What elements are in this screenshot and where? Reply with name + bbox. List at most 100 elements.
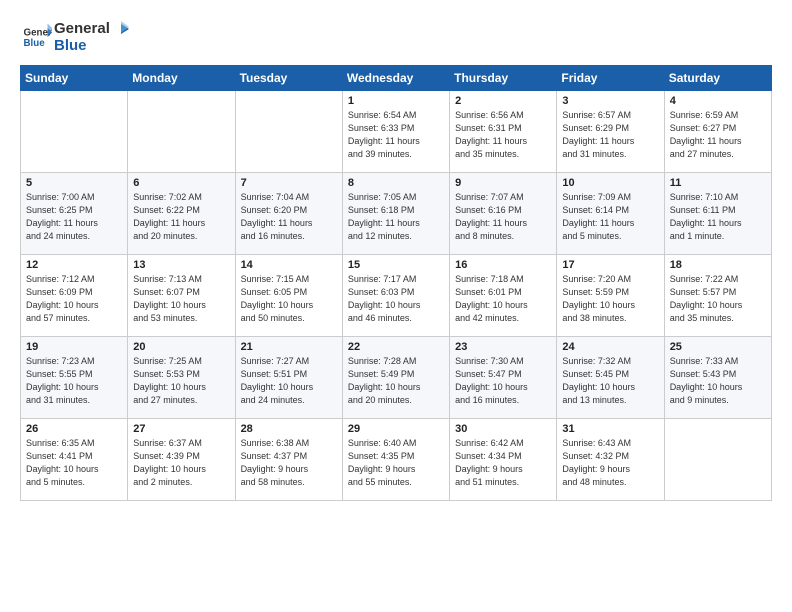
day-info: Sunrise: 7:12 AM Sunset: 6:09 PM Dayligh…: [26, 273, 122, 325]
calendar-cell: 9 Sunrise: 7:07 AM Sunset: 6:16 PM Daylig…: [450, 172, 557, 254]
calendar-cell: [128, 90, 235, 172]
calendar-week-row: 5 Sunrise: 7:00 AM Sunset: 6:25 PM Daylig…: [21, 172, 772, 254]
day-number: 12: [26, 259, 122, 271]
calendar-dow-sunday: Sunday: [21, 65, 128, 90]
calendar-week-row: 19 Sunrise: 7:23 AM Sunset: 5:55 PM Dayli…: [21, 336, 772, 418]
day-number: 1: [348, 95, 444, 107]
day-number: 3: [562, 95, 658, 107]
calendar-dow-tuesday: Tuesday: [235, 65, 342, 90]
calendar-cell: 21 Sunrise: 7:27 AM Sunset: 5:51 PM Dayli…: [235, 336, 342, 418]
page: General Blue General Blue SundayMondayTu…: [0, 0, 792, 511]
calendar-cell: 13 Sunrise: 7:13 AM Sunset: 6:07 PM Dayli…: [128, 254, 235, 336]
day-number: 5: [26, 177, 122, 189]
day-number: 9: [455, 177, 551, 189]
logo-blue-text: Blue: [54, 37, 87, 54]
day-number: 8: [348, 177, 444, 189]
day-info: Sunrise: 6:57 AM Sunset: 6:29 PM Dayligh…: [562, 109, 658, 161]
day-info: Sunrise: 7:10 AM Sunset: 6:11 PM Dayligh…: [670, 191, 766, 243]
day-info: Sunrise: 7:00 AM Sunset: 6:25 PM Dayligh…: [26, 191, 122, 243]
day-info: Sunrise: 7:02 AM Sunset: 6:22 PM Dayligh…: [133, 191, 229, 243]
day-number: 17: [562, 259, 658, 271]
day-number: 26: [26, 423, 122, 435]
calendar-cell: [21, 90, 128, 172]
day-info: Sunrise: 7:27 AM Sunset: 5:51 PM Dayligh…: [241, 355, 337, 407]
day-number: 24: [562, 341, 658, 353]
calendar-cell: 8 Sunrise: 7:05 AM Sunset: 6:18 PM Daylig…: [342, 172, 449, 254]
day-number: 14: [241, 259, 337, 271]
calendar-cell: [664, 418, 771, 500]
calendar-cell: 12 Sunrise: 7:12 AM Sunset: 6:09 PM Dayli…: [21, 254, 128, 336]
day-info: Sunrise: 7:05 AM Sunset: 6:18 PM Dayligh…: [348, 191, 444, 243]
day-number: 6: [133, 177, 229, 189]
calendar-cell: 11Sunrise: 7:10 AM Sunset: 6:11 PM Dayli…: [664, 172, 771, 254]
day-info: Sunrise: 7:13 AM Sunset: 6:07 PM Dayligh…: [133, 273, 229, 325]
day-number: 25: [670, 341, 766, 353]
day-info: Sunrise: 6:37 AM Sunset: 4:39 PM Dayligh…: [133, 437, 229, 489]
calendar-dow-friday: Friday: [557, 65, 664, 90]
calendar-cell: 27 Sunrise: 6:37 AM Sunset: 4:39 PM Dayli…: [128, 418, 235, 500]
day-number: 27: [133, 423, 229, 435]
logo-bird-icon: [111, 20, 129, 38]
day-info: Sunrise: 6:42 AM Sunset: 4:34 PM Dayligh…: [455, 437, 551, 489]
logo-icon: General Blue: [22, 22, 52, 52]
day-info: Sunrise: 7:09 AM Sunset: 6:14 PM Dayligh…: [562, 191, 658, 243]
calendar-cell: 28 Sunrise: 6:38 AM Sunset: 4:37 PM Dayli…: [235, 418, 342, 500]
day-info: Sunrise: 7:33 AM Sunset: 5:43 PM Dayligh…: [670, 355, 766, 407]
day-info: Sunrise: 7:22 AM Sunset: 5:57 PM Dayligh…: [670, 273, 766, 325]
calendar-cell: 7Sunrise: 7:04 AM Sunset: 6:20 PM Daylig…: [235, 172, 342, 254]
day-info: Sunrise: 6:38 AM Sunset: 4:37 PM Dayligh…: [241, 437, 337, 489]
calendar-cell: 4Sunrise: 6:59 AM Sunset: 6:27 PM Daylig…: [664, 90, 771, 172]
day-number: 16: [455, 259, 551, 271]
day-number: 15: [348, 259, 444, 271]
logo: General Blue General Blue: [20, 20, 130, 55]
day-info: Sunrise: 7:20 AM Sunset: 5:59 PM Dayligh…: [562, 273, 658, 325]
calendar-cell: 29 Sunrise: 6:40 AM Sunset: 4:35 PM Dayli…: [342, 418, 449, 500]
calendar-cell: 24Sunrise: 7:32 AM Sunset: 5:45 PM Dayli…: [557, 336, 664, 418]
day-number: 28: [241, 423, 337, 435]
calendar-cell: 5 Sunrise: 7:00 AM Sunset: 6:25 PM Daylig…: [21, 172, 128, 254]
calendar-cell: 1 Sunrise: 6:54 AM Sunset: 6:33 PM Daylig…: [342, 90, 449, 172]
day-number: 22: [348, 341, 444, 353]
day-info: Sunrise: 7:23 AM Sunset: 5:55 PM Dayligh…: [26, 355, 122, 407]
calendar-cell: 19 Sunrise: 7:23 AM Sunset: 5:55 PM Dayli…: [21, 336, 128, 418]
day-number: 7: [241, 177, 337, 189]
day-info: Sunrise: 6:56 AM Sunset: 6:31 PM Dayligh…: [455, 109, 551, 161]
day-number: 18: [670, 259, 766, 271]
day-number: 31: [562, 423, 658, 435]
day-number: 21: [241, 341, 337, 353]
calendar-header-row: SundayMondayTuesdayWednesdayThursdayFrid…: [21, 65, 772, 90]
day-number: 19: [26, 341, 122, 353]
day-number: 13: [133, 259, 229, 271]
day-info: Sunrise: 7:17 AM Sunset: 6:03 PM Dayligh…: [348, 273, 444, 325]
calendar-dow-monday: Monday: [128, 65, 235, 90]
calendar-cell: 15 Sunrise: 7:17 AM Sunset: 6:03 PM Dayli…: [342, 254, 449, 336]
calendar-cell: 31 Sunrise: 6:43 AM Sunset: 4:32 PM Dayli…: [557, 418, 664, 500]
calendar-cell: 14Sunrise: 7:15 AM Sunset: 6:05 PM Dayli…: [235, 254, 342, 336]
day-info: Sunrise: 7:25 AM Sunset: 5:53 PM Dayligh…: [133, 355, 229, 407]
calendar-week-row: 12 Sunrise: 7:12 AM Sunset: 6:09 PM Dayli…: [21, 254, 772, 336]
calendar-week-row: 26Sunrise: 6:35 AM Sunset: 4:41 PM Dayli…: [21, 418, 772, 500]
day-info: Sunrise: 6:40 AM Sunset: 4:35 PM Dayligh…: [348, 437, 444, 489]
calendar-cell: 18 Sunrise: 7:22 AM Sunset: 5:57 PM Dayli…: [664, 254, 771, 336]
day-number: 30: [455, 423, 551, 435]
calendar-cell: 23Sunrise: 7:30 AM Sunset: 5:47 PM Dayli…: [450, 336, 557, 418]
day-info: Sunrise: 7:28 AM Sunset: 5:49 PM Dayligh…: [348, 355, 444, 407]
day-info: Sunrise: 6:43 AM Sunset: 4:32 PM Dayligh…: [562, 437, 658, 489]
calendar-table: SundayMondayTuesdayWednesdayThursdayFrid…: [20, 65, 772, 501]
calendar-cell: 6 Sunrise: 7:02 AM Sunset: 6:22 PM Daylig…: [128, 172, 235, 254]
day-number: 10: [562, 177, 658, 189]
day-number: 29: [348, 423, 444, 435]
day-info: Sunrise: 7:30 AM Sunset: 5:47 PM Dayligh…: [455, 355, 551, 407]
calendar-cell: 10 Sunrise: 7:09 AM Sunset: 6:14 PM Dayli…: [557, 172, 664, 254]
logo-general-text: General: [54, 20, 110, 37]
calendar-cell: 17 Sunrise: 7:20 AM Sunset: 5:59 PM Dayli…: [557, 254, 664, 336]
calendar-week-row: 1 Sunrise: 6:54 AM Sunset: 6:33 PM Daylig…: [21, 90, 772, 172]
calendar-cell: 16 Sunrise: 7:18 AM Sunset: 6:01 PM Dayli…: [450, 254, 557, 336]
calendar-cell: 30 Sunrise: 6:42 AM Sunset: 4:34 PM Dayli…: [450, 418, 557, 500]
day-info: Sunrise: 7:07 AM Sunset: 6:16 PM Dayligh…: [455, 191, 551, 243]
svg-text:Blue: Blue: [24, 38, 46, 49]
day-number: 2: [455, 95, 551, 107]
day-info: Sunrise: 7:18 AM Sunset: 6:01 PM Dayligh…: [455, 273, 551, 325]
day-info: Sunrise: 6:54 AM Sunset: 6:33 PM Dayligh…: [348, 109, 444, 161]
calendar-cell: 2 Sunrise: 6:56 AM Sunset: 6:31 PM Daylig…: [450, 90, 557, 172]
